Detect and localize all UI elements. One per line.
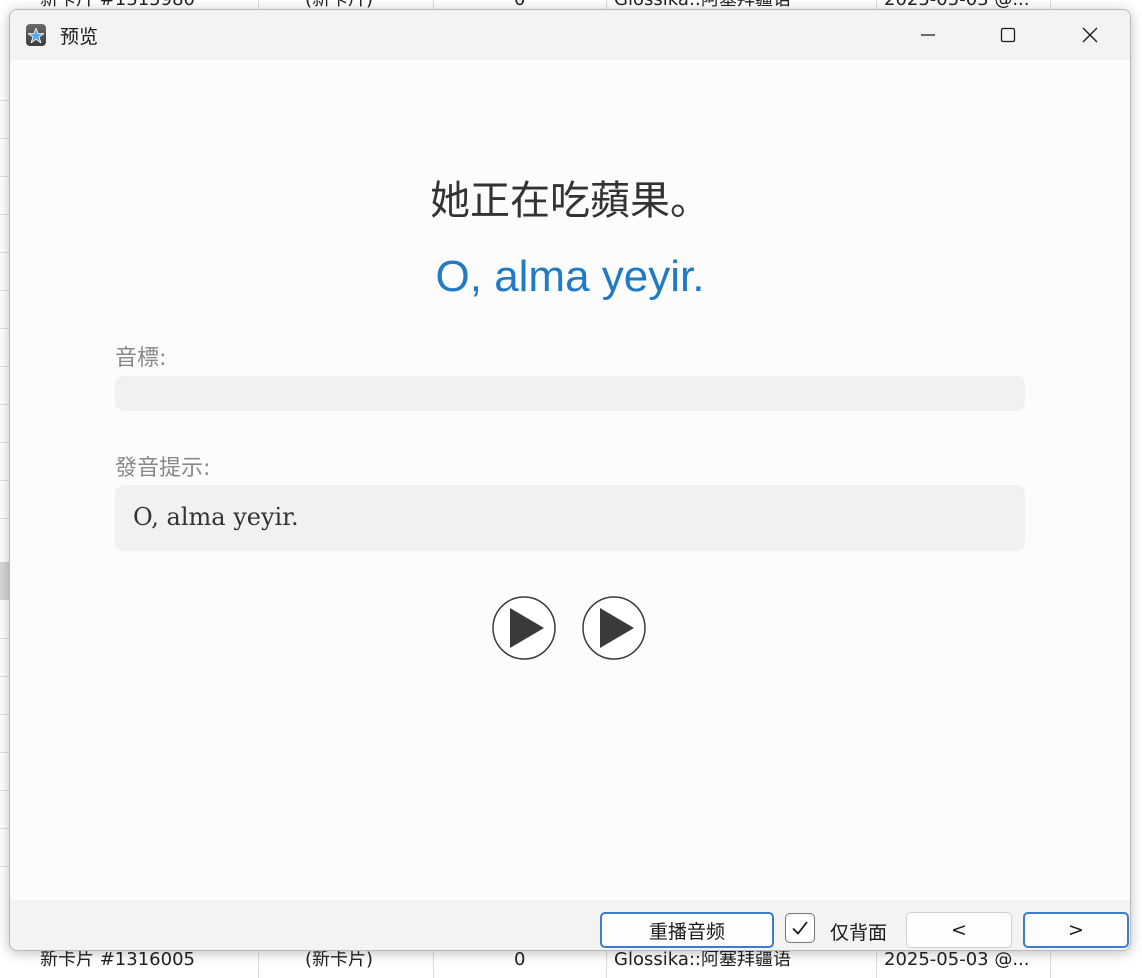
hint-field: O, alma yeyir.: [115, 485, 1025, 551]
back-only-checkbox[interactable]: [785, 913, 815, 943]
play-icon: [582, 596, 646, 660]
table-cell: Glossika::阿塞拜疆语: [614, 948, 877, 978]
play-icon: [492, 596, 556, 660]
table-cell: 2025-05-03 @...: [884, 948, 1051, 978]
card-front-text: 她正在吃蘋果。: [430, 178, 710, 224]
table-cell: 新卡片 #1316005: [40, 948, 259, 978]
hint-label: 發音提示:: [115, 456, 211, 481]
table-row[interactable]: 新卡片 #1316005 (新卡片) 0 Glossika::阿塞拜疆语 202…: [0, 948, 1142, 978]
maximize-button[interactable]: [968, 10, 1048, 60]
next-label: >: [1068, 919, 1084, 941]
previous-label: <: [951, 919, 967, 941]
maximize-icon: [1000, 27, 1016, 43]
preview-window: 预览 她正在吃蘋果。 O, alma yeyir. 音標: 發音提示: O, a…: [9, 9, 1131, 951]
replay-audio-button[interactable]: 重播音频: [600, 912, 774, 948]
play-audio-button[interactable]: [582, 596, 646, 660]
bottom-toolbar: 重播音频 仅背面 < >: [10, 900, 1130, 950]
previous-card-button[interactable]: <: [906, 912, 1012, 948]
card-preview: 她正在吃蘋果。 O, alma yeyir. 音標: 發音提示: O, alma…: [10, 60, 1130, 900]
close-icon: [1082, 27, 1098, 43]
replay-audio-label: 重播音频: [648, 920, 725, 943]
table-cell: 0: [514, 948, 607, 978]
next-card-button[interactable]: >: [1023, 912, 1129, 948]
back-only-label[interactable]: 仅背面: [830, 918, 887, 945]
phonetic-label: 音標:: [115, 346, 167, 371]
play-audio-button[interactable]: [492, 596, 556, 660]
anki-star-icon: [26, 24, 46, 46]
table-cell: (新卡片): [305, 948, 434, 978]
phonetic-field: [115, 376, 1025, 411]
checkmark-icon: [792, 921, 808, 935]
title-bar[interactable]: 预览: [10, 10, 1130, 60]
close-button[interactable]: [1050, 10, 1130, 60]
hint-value: O, alma yeyir.: [133, 503, 299, 531]
minimize-button[interactable]: [888, 10, 968, 60]
window-title: 预览: [60, 26, 99, 48]
card-back-text: O, alma yeyir.: [435, 252, 705, 301]
minimize-icon: [921, 34, 935, 36]
